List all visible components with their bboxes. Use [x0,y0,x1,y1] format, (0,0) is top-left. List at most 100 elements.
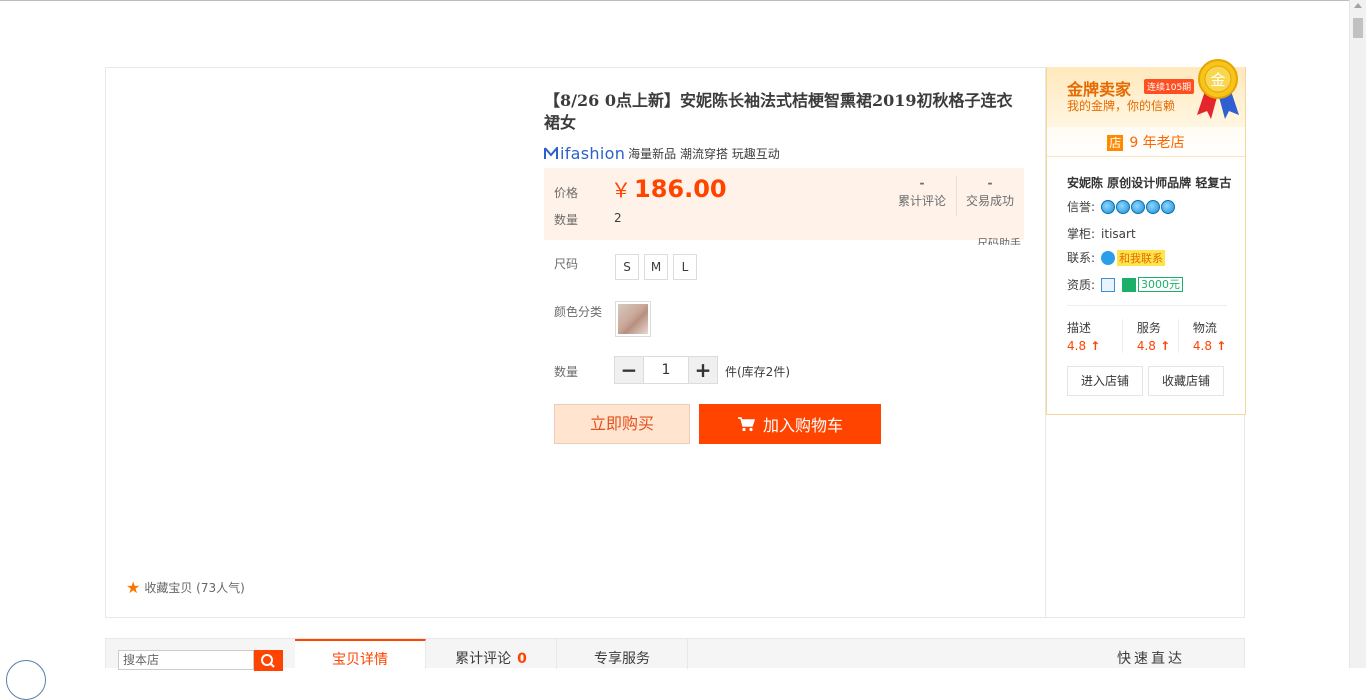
credit-crowns[interactable] [1101,199,1176,214]
reviews-label: 累计评论 [897,194,946,208]
shop-info-card: 金牌卖家 连续105期 我的金牌，你的信赖 金 店 9 年老店 安妮陈 原创设计师… [1046,59,1246,415]
old-shop-text: 9 年老店 [1129,135,1185,151]
credit-label: 信誉: [1067,200,1096,214]
keeper-label: 掌柜: [1067,227,1096,241]
product-image-gallery[interactable] [106,68,526,617]
favorite-item-link[interactable]: ★ 收藏宝贝 (73人气) [126,579,245,596]
enter-shop-button[interactable]: 进入店铺 [1067,366,1143,396]
score-service: 服务 4.8 [1123,319,1179,353]
qualification-row: 资质: 3000元 [1067,276,1184,293]
reviews-stat[interactable]: - 累计评论 [896,174,948,209]
size-option-m[interactable]: M [644,254,668,280]
shop-sidebar: 金牌卖家 连续105期 我的金牌，你的信赖 金 店 9 年老店 安妮陈 原创设计师… [1045,59,1246,618]
shop-icon: 店 [1107,135,1124,151]
quantity-stepper: − 1 + [614,356,718,384]
quick-nav[interactable]: 快速直达 [1056,639,1246,669]
credit-row: 信誉: [1067,198,1176,215]
currency-symbol: ￥ [611,178,631,202]
gold-streak-badge: 连续105期 [1144,79,1195,94]
ifashion-logo[interactable]: ifashion [544,144,625,163]
deposit-amount[interactable]: 3000元 [1138,277,1184,292]
tab-reviews-count: 0 [517,651,527,667]
favorite-shop-button[interactable]: 收藏店铺 [1148,366,1224,396]
tab-reviews-label: 累计评论 [455,651,512,667]
score-label: 描述 [1067,321,1092,335]
contact-row: 联系: 和我联系 [1067,249,1166,266]
buy-now-button[interactable]: 立即购买 [554,404,690,444]
tab-item-details[interactable]: 宝贝详情 [295,639,426,669]
score-value: 4.8 [1067,339,1122,353]
favorite-label: 收藏宝贝 (73人气) [144,581,245,595]
shop-scores: 描述 4.8 服务 4.8 物流 4.8 [1067,319,1235,353]
score-label: 服务 [1136,321,1161,335]
license-icon[interactable] [1101,277,1116,292]
score-label: 物流 [1192,321,1217,335]
size-option-s[interactable]: S [615,254,639,280]
deposit-icon[interactable] [1122,277,1137,292]
crown-icon [1101,199,1116,214]
keeper-row: 掌柜: itisart [1067,225,1136,242]
floating-widget[interactable] [6,660,46,700]
add-to-cart-label: 加入购物车 [762,416,843,435]
qty-label: 数量 [554,213,579,227]
price-value: ￥ 186.00 [611,174,727,203]
crown-icon [1131,199,1146,214]
quantity-label: 数量 [554,365,579,379]
star-icon: ★ [126,577,141,597]
wangwang-icon [1101,250,1116,265]
qualification-label: 资质: [1067,278,1096,292]
product-main: ★ 收藏宝贝 (73人气) 【8/26 0点上新】安妮陈长袖法式桔梗智熏裙201… [105,59,1246,618]
price-number: 186.00 [634,175,727,203]
gold-seller-header: 金牌卖家 连续105期 我的金牌，你的信赖 金 [1047,59,1245,127]
quantity-input[interactable]: 1 [643,357,689,383]
crown-icon [1116,199,1131,214]
keeper-name[interactable]: itisart [1101,227,1136,241]
svg-text:金: 金 [1210,71,1225,89]
price-box: 价格 ￥ 186.00 数量 2 - 累计评论 - 交易成功 [544,168,1024,240]
color-swatch-image [618,304,648,334]
price-label: 价格 [554,186,579,200]
color-option[interactable] [615,301,651,337]
tab-services[interactable]: 专享服务 [557,639,688,669]
shop-name[interactable]: 安妮陈 原创设计师品牌 轻复古 [1067,174,1231,191]
score-value: 4.8 [1137,339,1178,353]
cart-icon [737,416,755,432]
crown-icon [1146,199,1161,214]
shop-search-input[interactable]: 搜本店 [118,650,254,670]
shop-divider [1067,305,1227,306]
size-option-l[interactable]: L [673,254,697,280]
contact-label: 联系: [1067,251,1096,265]
gold-medal-icon: 金 [1197,59,1239,119]
old-shop-years: 店 9 年老店 [1047,129,1245,157]
page-scrollbar[interactable] [1349,0,1366,668]
brand-logo-text: ifashion [560,144,626,163]
color-label: 颜色分类 [554,305,603,319]
sales-count: - [987,176,993,190]
detail-tab-bar: 搜本店 宝贝详情 累计评论 0 专享服务 快速直达 [105,638,1246,671]
stat-divider [956,176,957,216]
decrease-button[interactable]: − [615,357,643,383]
sales-label: 交易成功 [965,194,1014,208]
reviews-count: - [919,176,925,190]
size-helper-link[interactable]: 尺码助手 [977,235,1021,245]
stock-text: 件(库存2件) [725,365,790,379]
qty-value: 2 [614,211,622,225]
product-title: 【8/26 0点上新】安妮陈长袖法式桔梗智熏裙2019初秋格子连衣裙女 [544,91,1013,132]
contact-button[interactable]: 和我联系 [1101,249,1166,266]
score-logistics: 物流 4.8 [1179,319,1235,353]
sales-stat: - 交易成功 [964,174,1016,209]
gold-slogan: 我的金牌，你的信赖 [1067,99,1176,113]
score-value: 4.8 [1193,339,1235,353]
score-description: 描述 4.8 [1067,319,1123,353]
tab-reviews[interactable]: 累计评论 0 [426,639,557,669]
brand-row: ifashion 海量新品 潮流穿搭 玩趣互动 [544,144,780,163]
scroll-up-arrow-icon[interactable] [1354,3,1362,8]
add-to-cart-button[interactable]: 加入购物车 [699,404,881,444]
contact-text: 和我联系 [1117,249,1166,266]
increase-button[interactable]: + [689,357,717,383]
brand-slogan: 海量新品 潮流穿搭 玩趣互动 [628,147,780,161]
top-border [0,0,1349,1]
m-icon [544,147,558,159]
crown-icon [1161,199,1176,214]
scroll-thumb[interactable] [1353,18,1363,38]
